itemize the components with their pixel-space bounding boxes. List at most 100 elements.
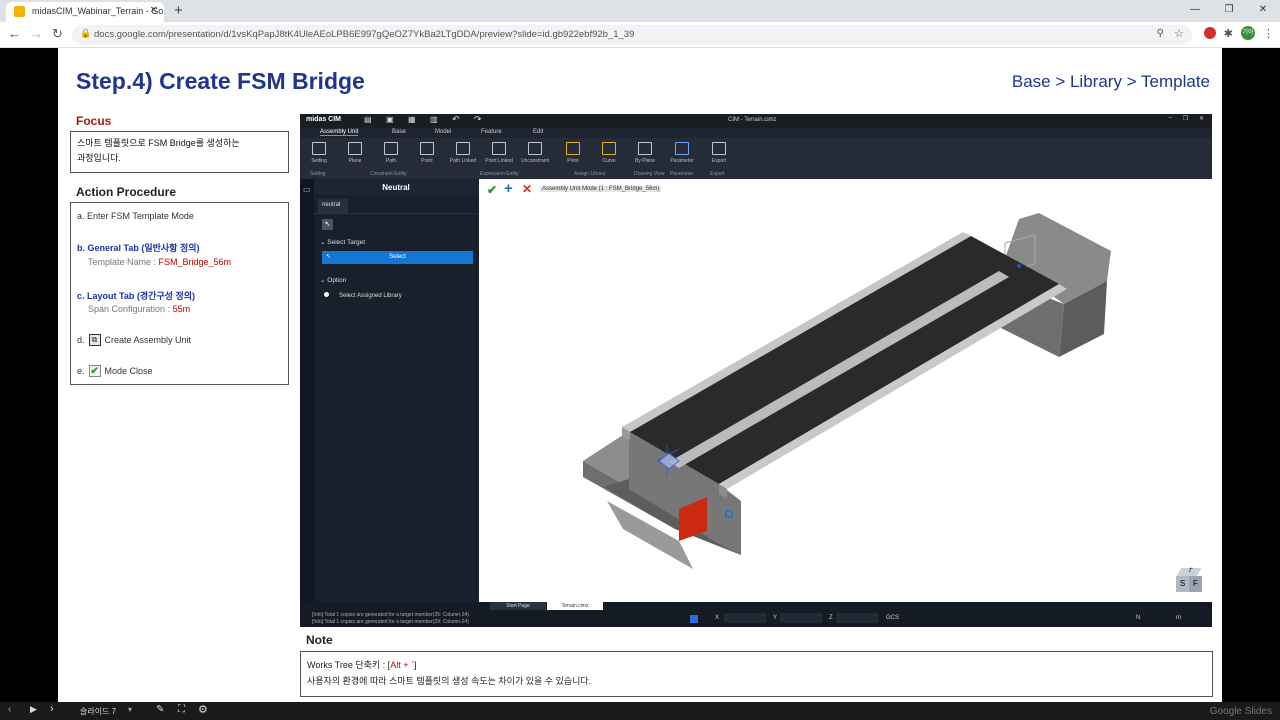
curve-icon [602,142,616,155]
laser-pointer-icon[interactable]: ✎ [156,704,164,715]
settings-gear-icon[interactable]: ⚙ [198,703,208,716]
step-c: c. Layout Tab (경간구성 정의) [77,291,196,301]
redo-icon[interactable]: ↷ [474,114,482,125]
path-linked-button[interactable]: Path Linked [448,142,478,164]
next-slide-icon[interactable]: › [50,703,54,715]
parameter-icon [675,142,689,155]
setting-button[interactable]: Setting [304,142,334,164]
dropdown-icon[interactable]: ▾ [128,705,132,714]
new-file-icon[interactable]: ▤ [364,115,372,124]
cim-minimize-icon[interactable]: – [1169,115,1172,121]
path-button[interactable]: Path [376,142,406,164]
browser-tab[interactable]: midasCIM_Wabinar_Terrain - Go ✕ [6,2,164,22]
export-button[interactable]: Export [704,142,734,164]
address-bar[interactable]: 🔒 docs.google.com/presentation/d/1vsKqPa… [72,25,1192,45]
forward-icon[interactable]: → [30,26,43,41]
point-linked-button[interactable]: Point Linked [484,142,514,164]
back-icon[interactable]: ← [8,26,21,41]
close-tab-icon[interactable]: ✕ [150,5,158,16]
breadcrumb: Base > Library > Template [1011,72,1210,91]
tab-start-page[interactable]: Start Page [490,602,546,610]
view-cube-top[interactable]: T [1176,568,1202,576]
option-header[interactable]: ⌄ Option [320,276,346,284]
view-cube[interactable]: T S F [1176,568,1202,594]
works-tree-icon[interactable]: ▭ [303,185,311,194]
checkmark-icon: ✔ [88,365,101,377]
save-icon[interactable]: ▦ [408,115,416,124]
reload-icon[interactable]: ↻ [52,26,63,42]
slide-select[interactable]: 슬라이드 7 [80,706,116,717]
by-plane-button[interactable]: By Plane [630,142,660,164]
focus-box: 스마트 템플릿으로 FSM Bridge를 생성하는 과정입니다. [70,131,289,173]
menu-assembly-unit[interactable]: Assembly Unit [320,129,359,136]
extension-icon[interactable] [1203,27,1216,39]
viewport-3d[interactable]: ✔ + ✕ Assembly Unit Mode (1 : FSM_Bridge… [479,179,1212,602]
menu-feature[interactable]: Feature [481,129,502,135]
select-assigned-library-radio[interactable]: Select Assigned Library [324,292,402,299]
left-tool-strip: ▭ [300,179,314,602]
point-button[interactable]: Point [412,142,442,164]
cim-close-icon[interactable]: ✕ [1199,115,1204,122]
path-icon [384,142,398,155]
cim-window-title: CIM - Terrain.cimz [728,117,777,123]
group-drawing-view: Drawing View [634,171,665,177]
gcs-select[interactable]: GCS [886,615,899,621]
plane-button[interactable]: Plane [340,142,370,164]
length-unit-select[interactable]: m [1176,615,1181,621]
bookmark-star-icon[interactable]: ☆ [1174,27,1184,40]
step-a: a. Enter FSM Template Mode [77,211,194,221]
bridge-model [583,213,1111,569]
coord-y-input[interactable] [780,613,822,623]
view-cube-front[interactable]: S [1176,576,1189,592]
puzzle-icon[interactable]: ✱ [1224,27,1233,40]
coord-z-input[interactable] [836,613,878,623]
parameter-button[interactable]: Parameter [667,142,697,164]
note-line-2: 사용자의 환경에 따라 스마트 템플릿의 생성 속도는 차이가 있을 수 있습니… [307,676,592,686]
select-target-header[interactable]: ⌄ Select Target [320,238,365,246]
assign-point-icon [566,142,580,155]
note-line-1-label: Works Tree 단축키 : [ [307,660,391,670]
focus-line-2: 과정입니다. [77,153,121,163]
new-tab-icon[interactable]: + [174,2,183,19]
unconstraint-button[interactable]: Unconstraint [520,142,550,164]
tab-neutral[interactable]: neutral [318,199,348,213]
view-cube-side[interactable]: F [1189,576,1202,592]
menu-dots-icon[interactable]: ⋮ [1263,27,1274,40]
menu-edit[interactable]: Edit [533,129,543,135]
cim-titlebar: midas CIM ▤ ▣ ▦ ▥ ↶ ↷ CIM - Terrain.cimz… [300,114,1212,128]
cim-restore-icon[interactable]: ❐ [1183,115,1188,122]
focus-heading: Focus [76,114,112,128]
close-window-icon[interactable]: ✕ [1246,0,1280,22]
median-barrier [669,271,1009,468]
panel-title: Neutral [314,179,478,195]
by-plane-icon [638,142,652,155]
play-icon[interactable]: ▶ [30,704,37,715]
template-name-value: FSM_Bridge_56m [158,257,232,267]
snap-icon[interactable] [690,615,698,623]
cursor-icon[interactable]: ↖ [322,219,333,230]
print-icon[interactable]: ▥ [430,115,438,124]
open-file-icon[interactable]: ▣ [386,115,394,124]
point-icon [420,142,434,155]
profile-avatar[interactable]: 기아 [1241,26,1255,40]
assign-point-button[interactable]: Point [558,142,588,164]
undo-icon[interactable]: ↶ [452,114,460,125]
curve-button[interactable]: Curve [594,142,624,164]
select-button[interactable]: ↖ Select [322,251,473,264]
radio-dot-icon [324,292,329,297]
prev-slide-icon[interactable]: ‹ [8,704,11,715]
toolbar: ← → ↻ 🔒 docs.google.com/presentation/d/1… [0,22,1280,48]
assembly-unit-icon: ⧉ [88,334,101,346]
menu-base[interactable]: Base [392,129,406,135]
minimize-icon[interactable]: — [1178,0,1212,22]
note-heading: Note [306,633,333,647]
menu-model[interactable]: Model [435,129,451,135]
restore-icon[interactable]: ❐ [1212,0,1246,22]
window-controls: — ❐ ✕ [1178,0,1280,22]
fullscreen-icon[interactable]: ⛶ [178,704,185,715]
force-unit-select[interactable]: N [1136,615,1140,621]
tab-terrain[interactable]: Terrain.cimz [547,602,603,610]
cim-logo: midas CIM [306,116,342,123]
zoom-icon[interactable]: ⚲ [1157,28,1164,39]
coord-x-input[interactable] [724,613,766,623]
